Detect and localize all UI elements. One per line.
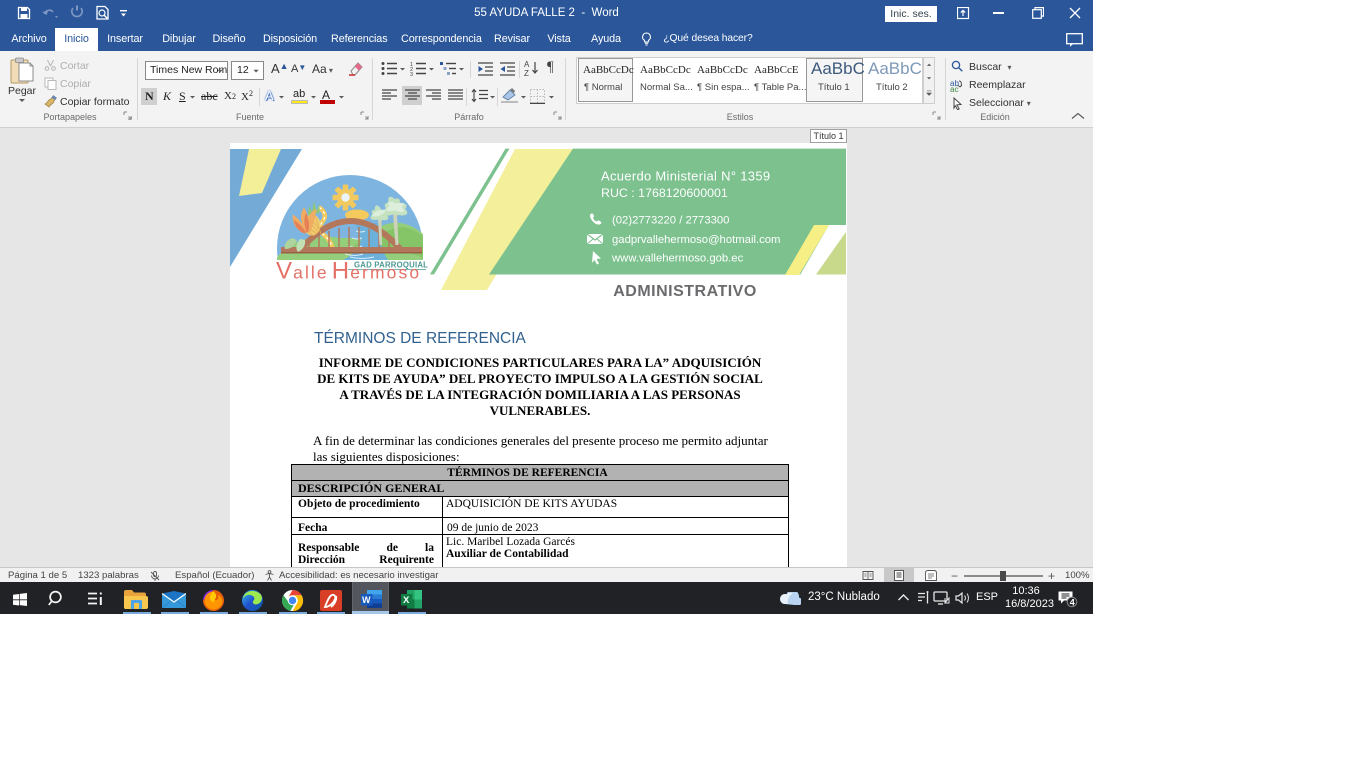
svg-text:ac: ac xyxy=(950,85,958,92)
svg-text:RUC : 1768120600001: RUC : 1768120600001 xyxy=(601,186,728,200)
svg-text:(02)2773220 / 2773300: (02)2773220 / 2773300 xyxy=(612,215,729,227)
svg-text:gadprvallehermoso@hotmail.com: gadprvallehermoso@hotmail.com xyxy=(612,234,780,246)
svg-text:W: W xyxy=(362,595,371,605)
svg-text:X: X xyxy=(403,595,410,606)
svg-text:A: A xyxy=(524,60,530,69)
svg-text:www.vallehermoso.gob.ec: www.vallehermoso.gob.ec xyxy=(611,253,744,265)
svg-text:Z: Z xyxy=(524,69,529,77)
svg-text:Acuerdo Ministerial N° 1359: Acuerdo Ministerial N° 1359 xyxy=(601,169,770,184)
svg-text:4: 4 xyxy=(1070,598,1075,608)
svg-text:ADMINISTRATIVO: ADMINISTRATIVO xyxy=(613,283,757,300)
svg-text:ValleHermoso: ValleHermoso xyxy=(276,258,421,285)
svg-text:3: 3 xyxy=(410,72,413,76)
